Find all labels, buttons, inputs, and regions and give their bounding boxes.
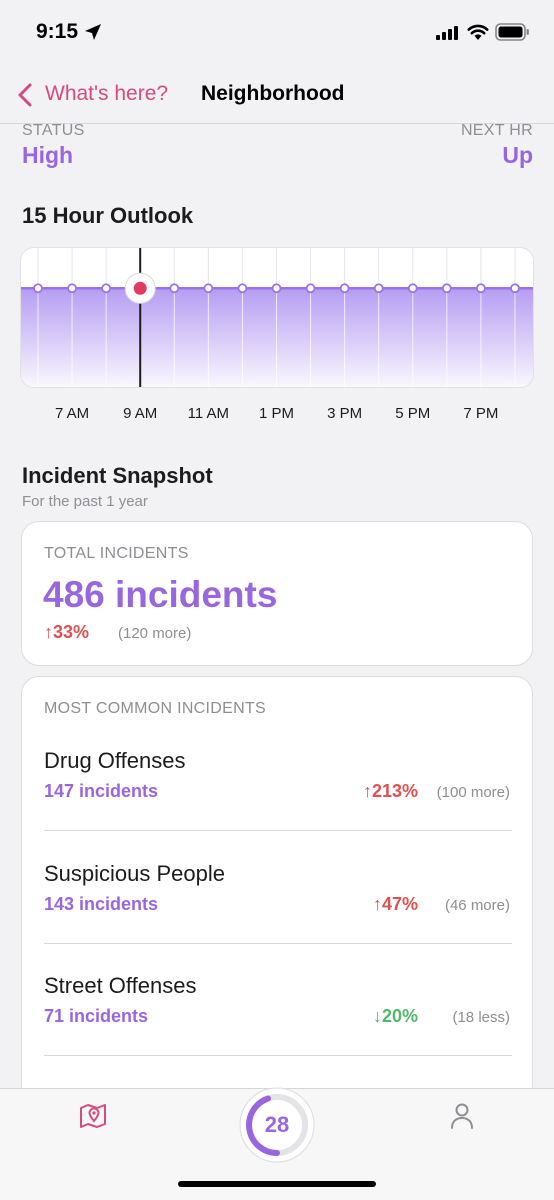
chart-data-point — [305, 283, 316, 294]
score-value: 28 — [264, 1112, 290, 1137]
total-change-detail: (120 more) — [118, 625, 192, 642]
incident-count: 71 incidents — [44, 1006, 149, 1026]
incident-change: ↑213% — [362, 781, 418, 801]
divider — [44, 943, 512, 944]
chart-data-point — [203, 283, 214, 294]
incident-row[interactable]: Street Offenses 71 incidents ↓20% (18 le… — [44, 973, 512, 1085]
chart-data-point — [271, 283, 282, 294]
next-hour-label: NEXT HR — [460, 122, 533, 139]
incident-change-detail: (18 less) — [452, 1009, 510, 1026]
chart-data-point — [339, 283, 350, 294]
total-incidents-label: TOTAL INCIDENTS — [44, 545, 189, 562]
navigation-bar: What's here? Neighborhood — [0, 66, 554, 124]
incident-count: 143 incidents — [44, 894, 159, 914]
chart-data-point — [33, 283, 43, 294]
status-time: 9:15 — [36, 20, 79, 43]
location-arrow-icon — [85, 24, 101, 40]
map-pin-icon[interactable] — [79, 1102, 107, 1130]
back-button[interactable]: What's here? — [45, 82, 168, 106]
home-indicator — [178, 1181, 376, 1187]
snapshot-subtitle: For the past 1 year — [22, 493, 148, 510]
chart-x-tick-label: 1 PM — [258, 405, 294, 422]
chart-x-tick-label: 7 AM — [54, 405, 90, 422]
status-bar: 9:15 — [0, 0, 554, 66]
incident-name: Drug Offenses — [44, 748, 186, 773]
incident-name: Suspicious People — [44, 861, 226, 886]
page-title: Neighborhood — [201, 82, 345, 105]
chart-data-point — [67, 283, 77, 294]
divider — [44, 1055, 512, 1056]
chart-x-tick-label: 5 PM — [395, 405, 431, 422]
chart-data-point — [101, 283, 112, 294]
total-incidents-card[interactable]: TOTAL INCIDENTS 486 incidents ↑33% (120 … — [21, 521, 533, 666]
chart-x-tick-label: 9 AM — [123, 405, 158, 422]
chart-data-point — [441, 283, 452, 294]
next-hour-value: Up — [502, 142, 533, 168]
chart-area — [21, 288, 533, 387]
total-incidents-value: 486 incidents — [43, 574, 278, 615]
person-icon[interactable] — [449, 1102, 475, 1130]
chart-data-point — [476, 283, 486, 294]
incident-row[interactable]: Drug Offenses 147 incidents ↑213% (100 m… — [44, 748, 512, 860]
common-incidents-card[interactable]: MOST COMMON INCIDENTS Drug Offenses 147 … — [21, 676, 533, 1106]
wifi-icon — [467, 24, 489, 40]
incident-name: Street Offenses — [44, 973, 197, 998]
chart-data-point — [510, 283, 520, 294]
incident-change: ↑47% — [372, 894, 418, 914]
incident-change: ↓20% — [372, 1006, 418, 1026]
outlook-chart-svg — [21, 248, 533, 387]
outlook-title: 15 Hour Outlook — [22, 203, 194, 228]
incident-change-detail: (46 more) — [444, 897, 510, 914]
score-button[interactable]: 28 — [239, 1087, 315, 1163]
common-incidents-label: MOST COMMON INCIDENTS — [44, 700, 267, 717]
total-change: ↑33% — [44, 622, 90, 642]
chart-data-point — [169, 283, 180, 294]
status-label: STATUS — [22, 122, 85, 139]
divider — [44, 830, 512, 831]
incident-row[interactable]: Suspicious People 143 incidents ↑47% (46… — [44, 861, 512, 973]
chart-x-tick-label: 7 PM — [463, 405, 499, 422]
status-value: High — [22, 142, 74, 168]
snapshot-title: Incident Snapshot — [22, 463, 213, 488]
cellular-signal-icon — [436, 26, 458, 40]
chart-data-point — [407, 283, 418, 294]
chevron-left-icon[interactable] — [16, 82, 34, 108]
incident-change-detail: (100 more) — [436, 784, 510, 801]
chart-x-tick-label: 11 AM — [187, 405, 230, 422]
chart-data-point — [373, 283, 384, 294]
battery-icon — [495, 23, 529, 41]
chart-current-marker — [133, 281, 147, 295]
incident-count: 147 incidents — [44, 781, 159, 801]
chart-data-point — [237, 283, 248, 294]
outlook-chart[interactable] — [20, 247, 534, 388]
chart-x-tick-label: 3 PM — [327, 405, 363, 422]
